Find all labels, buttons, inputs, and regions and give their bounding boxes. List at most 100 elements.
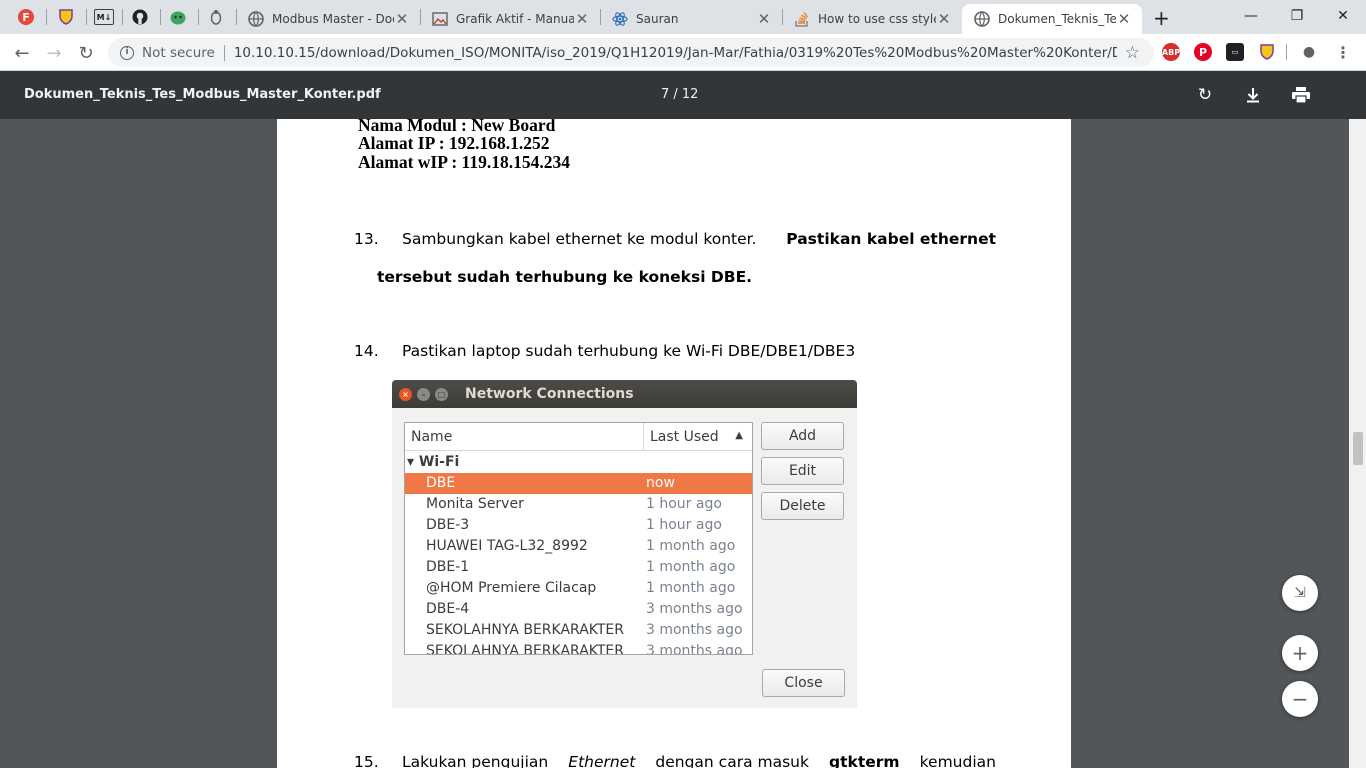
step-14-text: Pastikan laptop sudah terhubung ke Wi-Fi…: [402, 342, 856, 360]
connection-row: Monita Server 1 hour ago: [405, 494, 752, 515]
close-icon[interactable]: ✕: [756, 10, 772, 28]
tab-sauran[interactable]: Sauran ✕: [600, 4, 782, 34]
close-button: Close: [762, 669, 845, 697]
step-14-number: 14.: [354, 342, 379, 360]
rotate-icon[interactable]: ↻: [1193, 83, 1217, 107]
download-icon[interactable]: [1241, 83, 1265, 107]
menu-icon[interactable]: ⋮: [1334, 43, 1352, 62]
column-name: Name: [411, 429, 453, 445]
back-button[interactable]: ←: [8, 39, 36, 67]
vertical-scrollbar[interactable]: [1349, 119, 1366, 768]
step-15-plain-3: kemudian: [919, 753, 996, 768]
minimize-icon: –: [417, 387, 430, 401]
connections-list: Name Last Used ▲ ▾ Wi-Fi DBE now Monita Ser…: [404, 422, 753, 655]
tab-modbus-master[interactable]: Modbus Master - Doc ✕: [236, 4, 420, 34]
forward-button[interactable]: →: [40, 39, 68, 67]
pdf-toolbar: Dokumen_Teknis_Tes_Modbus_Master_Konter.…: [0, 71, 1366, 119]
pdf-filename: Dokumen_Teknis_Tes_Modbus_Master_Konter.…: [24, 87, 381, 102]
reload-button[interactable]: ↻: [72, 39, 100, 67]
stackoverflow-icon: [794, 11, 810, 27]
url-text[interactable]: 10.10.10.15/download/Dokumen_ISO/MONITA/…: [234, 45, 1117, 61]
dialog-title: Network Connections: [465, 386, 634, 402]
zoom-in-button[interactable]: +: [1282, 635, 1318, 671]
pinned-tab-markdown[interactable]: M↓: [86, 4, 122, 30]
pdf-page: Nama Modul : New Board Alamat IP : 192.1…: [277, 119, 1071, 768]
tab-dokumen-teknis[interactable]: Dokumen_Teknis_Tes_ ✕: [962, 4, 1142, 34]
connection-last-used: 1 month ago: [646, 559, 736, 575]
pinned-tab-shield[interactable]: [48, 4, 84, 30]
profile-icon[interactable]: ●: [1300, 43, 1318, 61]
scrollbar-thumb[interactable]: [1353, 432, 1363, 465]
close-icon[interactable]: ✕: [394, 10, 410, 28]
connection-row: SEKOLAHNYA BERKARAKTER 3 months ago: [405, 620, 752, 641]
connection-name: @HOM Premiere Cilacap: [426, 580, 597, 596]
connection-last-used: 3 months ago: [646, 622, 743, 638]
step-13-number: 13.: [354, 230, 379, 248]
connection-name: Monita Server: [426, 496, 524, 512]
image-icon: [432, 11, 448, 27]
pinned-tab-green[interactable]: [160, 4, 196, 30]
dialog-titlebar: × – □ Network Connections: [392, 380, 857, 408]
group-wifi: ▾ Wi-Fi: [407, 454, 460, 470]
wip-address-line: Alamat wIP : 119.18.154.234: [358, 152, 570, 172]
minimize-button[interactable]: —: [1228, 4, 1274, 28]
step-13-bold-cont: tersebut sudah terhubung ke koneksi DBE.: [377, 268, 753, 286]
step-15-number: 15.: [354, 753, 379, 768]
address-bar[interactable]: i Not secure 10.10.10.15/download/Dokume…: [108, 38, 1154, 67]
connection-last-used: 1 hour ago: [646, 517, 722, 533]
restore-button[interactable]: ❐: [1274, 4, 1320, 28]
maximize-icon: □: [435, 387, 448, 401]
globe-icon: [248, 11, 264, 27]
pinned-tab-firefox[interactable]: F: [8, 4, 44, 30]
pinned-tab-bug[interactable]: [198, 4, 234, 30]
list-header: Name Last Used ▲: [405, 423, 752, 451]
markdown-icon: M↓: [94, 9, 114, 25]
group-label: Wi-Fi: [418, 454, 460, 470]
add-button: Add: [761, 422, 844, 450]
pinterest-icon[interactable]: P: [1194, 43, 1212, 61]
bookmark-star-icon[interactable]: ☆: [1125, 43, 1140, 63]
tab-title: Sauran: [636, 12, 679, 26]
terminal-extension-icon[interactable]: ▭: [1226, 43, 1244, 61]
close-icon[interactable]: ✕: [936, 10, 952, 28]
shield-icon: [58, 9, 74, 25]
new-tab-button[interactable]: +: [1153, 6, 1170, 30]
step-15-text: Lakukan pengujian Ethernet dengan cara m…: [402, 753, 996, 768]
connection-name: DBE-3: [426, 517, 470, 533]
step-15-plain-2: dengan cara masuk: [655, 753, 809, 768]
step-13-text: Sambungkan kabel ethernet ke modul konte…: [402, 230, 996, 248]
column-last-used-label: Last Used: [650, 429, 719, 445]
tab-css-style[interactable]: How to use css style ir ✕: [782, 4, 962, 34]
sort-arrow-icon: ▲: [735, 430, 743, 441]
tab-title: Grafik Aktif - Manual: [456, 12, 574, 26]
connection-row: DBE now: [405, 473, 752, 494]
connection-last-used: 1 month ago: [646, 538, 736, 554]
print-icon[interactable]: [1289, 83, 1313, 107]
connection-last-used: now: [646, 475, 675, 491]
network-connections-dialog: × – □ Network Connections Name Last Used…: [392, 380, 857, 708]
tab-title: How to use css style ir: [818, 12, 936, 26]
tab-grafik-aktif[interactable]: Grafik Aktif - Manual ✕: [420, 4, 600, 34]
adblock-plus-icon[interactable]: ABP: [1162, 43, 1180, 61]
info-icon[interactable]: i: [120, 45, 134, 60]
close-window-button[interactable]: ✕: [1320, 4, 1366, 28]
fit-page-button[interactable]: ⇲: [1282, 575, 1318, 611]
pinned-tab-github[interactable]: [122, 4, 158, 30]
close-icon[interactable]: ✕: [574, 10, 590, 28]
bug-icon: [208, 9, 224, 25]
connection-name: SEKOLAHNYA BERKARAKTER: [426, 622, 625, 638]
connection-row: @HOM Premiere Cilacap 1 month ago: [405, 578, 752, 599]
green-app-icon: [170, 9, 186, 25]
pdf-viewer[interactable]: Nama Modul : New Board Alamat IP : 192.1…: [0, 119, 1366, 768]
zoom-out-button[interactable]: −: [1282, 681, 1318, 717]
connection-row: HUAWEI TAG-L32_8992 1 month ago: [405, 536, 752, 557]
browser-toolbar: ← → ↻ i Not secure 10.10.10.15/download/…: [0, 34, 1366, 71]
shield-extension-icon[interactable]: [1258, 43, 1276, 61]
connection-last-used: 1 month ago: [646, 580, 736, 596]
connection-name: DBE-1: [426, 559, 470, 575]
step-15-plain: Lakukan pengujian: [402, 753, 549, 768]
column-last-used: Last Used ▲: [643, 423, 752, 450]
close-icon[interactable]: ✕: [1116, 10, 1132, 28]
letter-f-icon: F: [18, 9, 34, 25]
react-icon: [612, 11, 628, 27]
